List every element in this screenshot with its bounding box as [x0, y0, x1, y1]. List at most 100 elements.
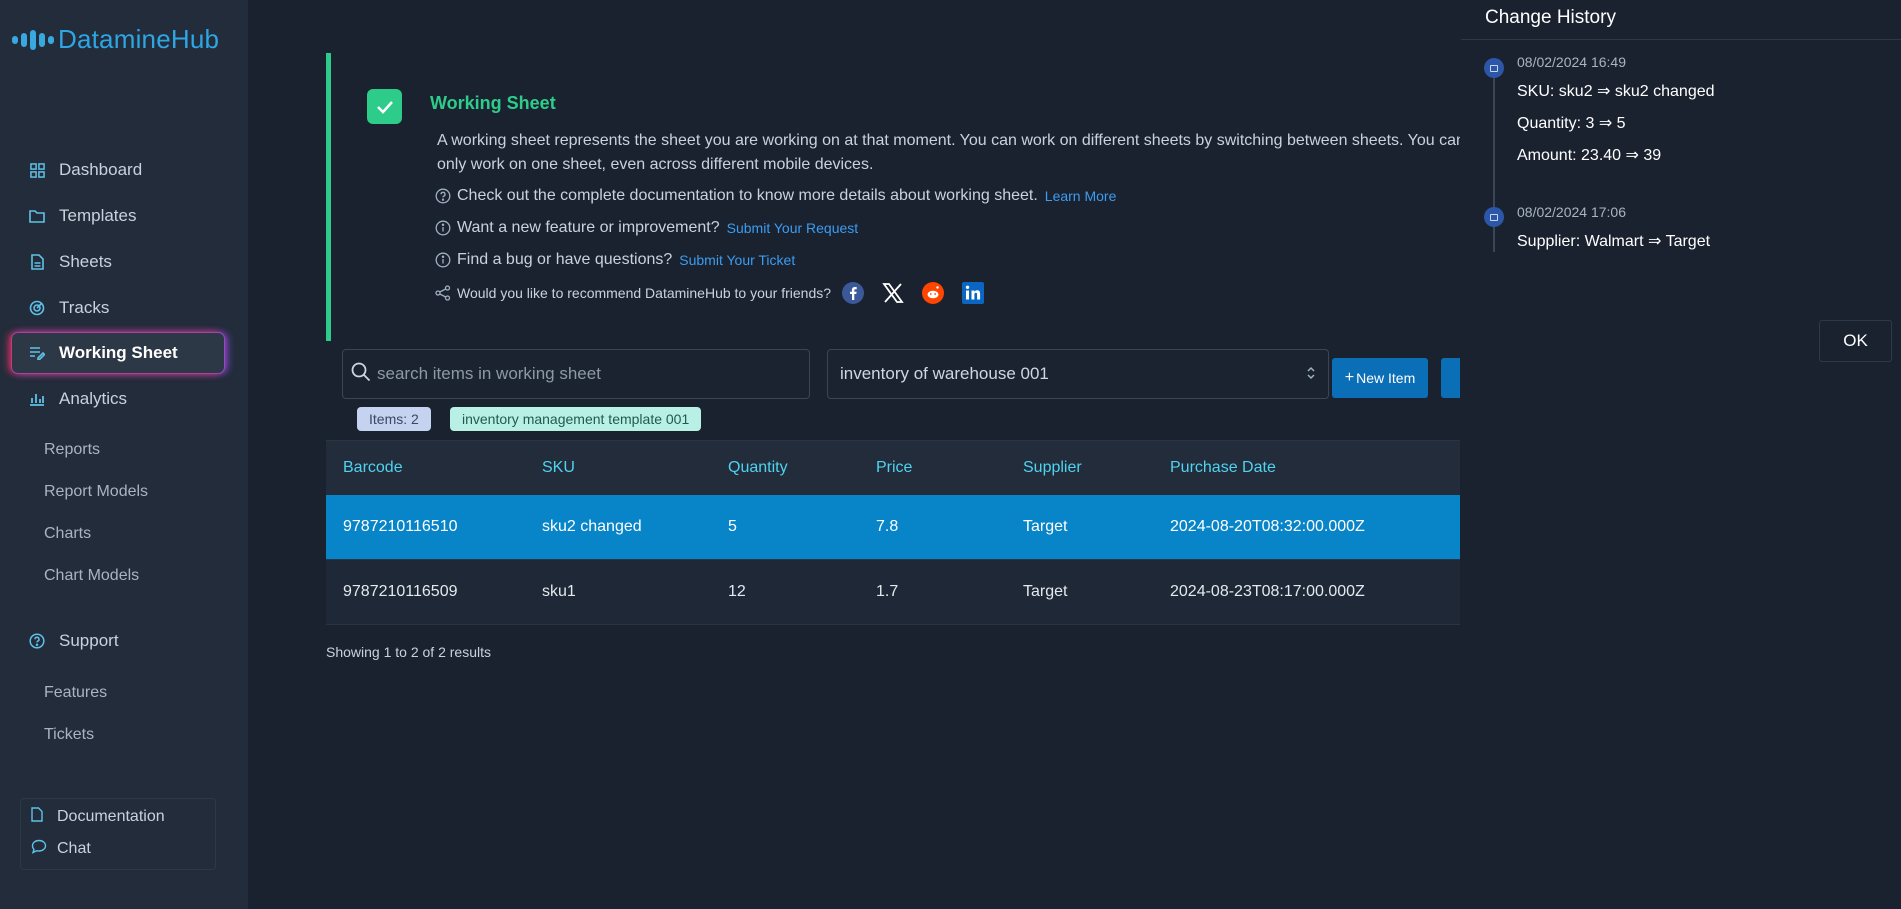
sidebar-item-label: Sheets: [59, 252, 112, 271]
sidebar-subitem-report-models[interactable]: Report Models: [44, 483, 148, 501]
reddit-icon[interactable]: [919, 279, 947, 307]
table-row[interactable]: 9787210116509 sku1 12 1.7 Target 2024-08…: [326, 560, 1460, 625]
search-input[interactable]: [377, 364, 797, 384]
share-text: Would you like to recommend DatamineHub …: [457, 285, 832, 301]
chat-label: Chat: [57, 840, 91, 857]
history-entry-time: 08/02/2024 16:49: [1517, 54, 1626, 70]
radar-icon: [29, 300, 45, 316]
new-item-label: New Item: [1356, 370, 1416, 386]
document-icon: [31, 807, 47, 827]
sidebar-item-label: Templates: [59, 206, 137, 225]
edit-list-icon: [29, 345, 45, 361]
sidebar-item-label: Working Sheet: [59, 343, 178, 362]
history-change: Amount: 23.40 ⇒ 39: [1517, 147, 1662, 164]
feature-text: Want a new feature or improvement?: [457, 219, 720, 236]
sidebar-subitem-reports[interactable]: Reports: [44, 441, 100, 459]
documentation-label: Documentation: [57, 808, 165, 825]
logo-bars-icon: [12, 29, 54, 50]
items-table: Barcode SKU Quantity Price Supplier Purc…: [326, 440, 1460, 625]
brand-name: DatamineHub: [58, 24, 220, 54]
bug-text: Find a bug or have questions?: [457, 251, 673, 268]
x-twitter-icon[interactable]: [879, 279, 907, 307]
sidebar-item-working-sheet[interactable]: Working Sheet: [12, 333, 224, 373]
docs-text: Check out the complete documentation to …: [457, 187, 1038, 204]
column-header-price[interactable]: Price: [876, 459, 912, 477]
help-circle-icon: [29, 633, 45, 649]
sidebar-subitem-features[interactable]: Features: [44, 684, 107, 702]
panel-divider: [1461, 39, 1901, 40]
sidebar-item-label: Dashboard: [59, 160, 143, 179]
submit-request-link[interactable]: Submit Your Request: [727, 220, 859, 236]
sidebar-item-tracks[interactable]: Tracks: [12, 288, 224, 328]
cell-barcode: 9787210116509: [343, 583, 458, 600]
sidebar-item-templates[interactable]: Templates: [12, 196, 224, 236]
column-header-sku[interactable]: SKU: [542, 459, 575, 477]
search-box: [342, 349, 810, 399]
documentation-link[interactable]: Documentation: [31, 807, 165, 827]
column-header-supplier[interactable]: Supplier: [1023, 459, 1082, 477]
facebook-icon[interactable]: [839, 279, 867, 307]
calendar-icon: [1484, 207, 1504, 227]
sidebar-item-dashboard[interactable]: Dashboard: [12, 150, 224, 190]
info-icon: [435, 252, 451, 268]
change-history-title: Change History: [1485, 7, 1616, 28]
cell-purchase-date: 2024-08-20T08:32:00.000Z: [1170, 518, 1365, 535]
cell-quantity: 12: [728, 583, 746, 600]
cell-sku: sku1: [542, 583, 576, 600]
cell-price: 7.8: [876, 518, 899, 535]
info-line-docs: Check out the complete documentation to …: [435, 187, 1116, 205]
sheet-select[interactable]: inventory of warehouse 001: [827, 349, 1329, 399]
items-count-badge: Items: 2: [357, 407, 431, 431]
table-header: Barcode SKU Quantity Price Supplier Purc…: [326, 440, 1460, 495]
info-card-title: Working Sheet: [430, 93, 556, 113]
info-card: Working Sheet A working sheet represents…: [326, 53, 1460, 341]
help-links-box: Documentation Chat: [20, 798, 216, 870]
table-row[interactable]: 9787210116510 sku2 changed 5 7.8 Target …: [326, 495, 1460, 560]
cell-barcode: 9787210116510: [343, 518, 458, 535]
sidebar-item-sheets[interactable]: Sheets: [12, 242, 224, 282]
grid-icon: [29, 162, 45, 178]
sidebar-item-label: Analytics: [59, 389, 128, 408]
ok-button[interactable]: OK: [1819, 320, 1892, 362]
more-actions-button[interactable]: [1441, 358, 1460, 398]
info-line-bug: Find a bug or have questions? Submit You…: [435, 251, 795, 269]
cell-supplier: Target: [1023, 583, 1068, 600]
info-line-feature: Want a new feature or improvement? Submi…: [435, 219, 858, 237]
chevron-up-down-icon: [1306, 364, 1316, 387]
plus-icon: +: [1344, 369, 1355, 386]
sidebar-item-label: Support: [59, 631, 119, 650]
history-change: Supplier: Walmart ⇒ Target: [1517, 233, 1711, 250]
chat-icon: [31, 839, 47, 859]
cell-purchase-date: 2024-08-23T08:17:00.000Z: [1170, 583, 1365, 600]
sidebar-item-analytics[interactable]: Analytics: [12, 379, 224, 419]
cell-quantity: 5: [728, 518, 737, 535]
pagination-summary: Showing 1 to 2 of 2 results: [326, 644, 491, 660]
brand-logo[interactable]: DatamineHub: [12, 24, 219, 55]
social-links: [839, 279, 987, 307]
search-icon: [351, 362, 371, 387]
help-circle-icon: [435, 188, 451, 204]
calendar-icon: [1484, 58, 1504, 78]
column-header-quantity[interactable]: Quantity: [728, 459, 788, 477]
cell-price: 1.7: [876, 583, 899, 600]
chat-link[interactable]: Chat: [31, 839, 91, 859]
info-icon: [435, 220, 451, 236]
cell-supplier: Target: [1023, 518, 1068, 535]
new-item-button[interactable]: + New Item: [1332, 358, 1428, 398]
column-header-barcode[interactable]: Barcode: [343, 459, 403, 477]
sidebar-subitem-charts[interactable]: Charts: [44, 525, 91, 543]
change-history-panel: Change History 08/02/2024 16:49 SKU: sku…: [1460, 0, 1901, 909]
check-icon: [367, 89, 402, 124]
history-change: SKU: sku2 ⇒ sku2 changed: [1517, 83, 1715, 100]
sidebar-subitem-chart-models[interactable]: Chart Models: [44, 567, 139, 585]
column-header-purchase-date[interactable]: Purchase Date: [1170, 459, 1276, 477]
history-change: Quantity: 3 ⇒ 5: [1517, 115, 1626, 132]
learn-more-link[interactable]: Learn More: [1045, 188, 1117, 204]
sidebar-subitem-tickets[interactable]: Tickets: [44, 726, 94, 744]
sidebar-item-label: Tracks: [59, 298, 110, 317]
submit-ticket-link[interactable]: Submit Your Ticket: [679, 252, 795, 268]
history-entry-time: 08/02/2024 17:06: [1517, 204, 1626, 220]
folder-icon: [29, 208, 45, 224]
sidebar-item-support[interactable]: Support: [12, 621, 224, 661]
linkedin-icon[interactable]: [959, 279, 987, 307]
